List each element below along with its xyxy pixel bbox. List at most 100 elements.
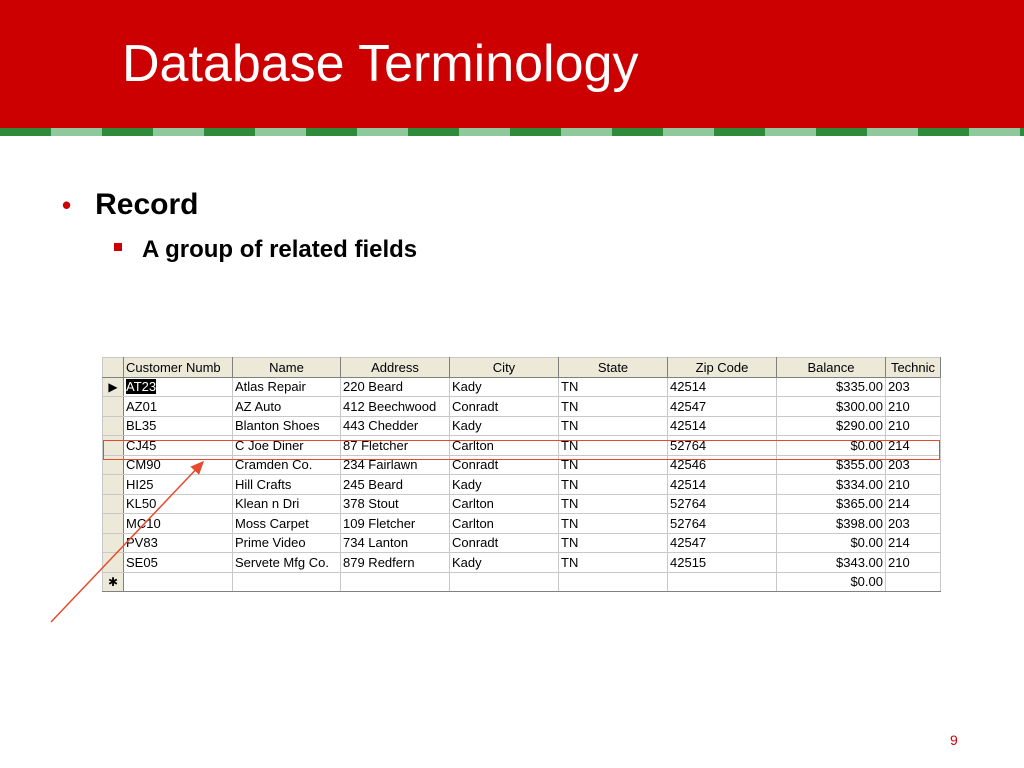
field-cell[interactable]: 42547 [667,396,777,417]
column-header[interactable]: State [558,357,668,378]
field-cell[interactable]: Conradt [449,532,559,553]
record-row[interactable]: AZ01 AZ Auto 412 Beechwood Conradt TN 42547 $3… [102,396,941,417]
field-cell[interactable] [885,571,941,592]
field-cell[interactable]: 42514 [667,415,777,436]
field-cell[interactable]: Servete Mfg Co. [232,552,341,573]
field-cell[interactable]: Kady [449,552,559,573]
field-cell[interactable]: 109 Fletcher [340,513,450,534]
record-selector[interactable] [102,474,124,495]
record-row[interactable]: CJ45 C Joe Diner 87 Fletcher Carlton TN 52764… [102,435,941,456]
field-cell[interactable]: Kady [449,376,559,397]
field-cell[interactable]: 210 [885,474,941,495]
customer-datasheet[interactable]: Customer Numb Name Address City State Zip Cod… [102,357,941,592]
field-cell[interactable]: $335.00 [776,376,886,397]
field-cell[interactable]: $334.00 [776,474,886,495]
field-cell[interactable]: TN [558,376,668,397]
field-cell[interactable]: 214 [885,493,941,514]
select-all-corner[interactable] [102,357,124,378]
field-cell[interactable]: $398.00 [776,513,886,534]
field-cell[interactable]: HI25 [123,474,233,495]
record-row[interactable]: KL50 Klean n Dri 378 Stout Carlton TN 52764 $3… [102,493,941,514]
field-cell[interactable]: Blanton Shoes [232,415,341,436]
field-cell[interactable]: 879 Redfern [340,552,450,573]
field-cell[interactable]: CM90 [123,454,233,475]
field-cell[interactable]: 412 Beechwood [340,396,450,417]
field-cell[interactable]: Carlton [449,435,559,456]
field-cell[interactable]: CJ45 [123,435,233,456]
new-record-row[interactable]: ✱ $0.00 [102,571,941,592]
field-cell[interactable]: Cramden Co. [232,454,341,475]
field-cell[interactable]: Kady [449,474,559,495]
field-cell[interactable]: TN [558,396,668,417]
field-cell[interactable] [558,571,668,592]
field-cell[interactable] [449,571,559,592]
field-cell[interactable]: $365.00 [776,493,886,514]
field-cell[interactable]: $290.00 [776,415,886,436]
column-header[interactable]: City [449,357,559,378]
field-cell[interactable] [232,571,341,592]
field-cell[interactable]: AZ Auto [232,396,341,417]
current-record-indicator-icon[interactable]: ▶ [102,376,124,397]
record-row[interactable]: PV83 Prime Video 734 Lanton Conradt TN 42547 $… [102,532,941,553]
record-row[interactable]: SE05 Servete Mfg Co. 879 Redfern Kady TN 4251… [102,552,941,573]
field-cell[interactable]: $0.00 [776,435,886,456]
record-selector[interactable] [102,435,124,456]
field-cell[interactable]: Conradt [449,396,559,417]
field-cell[interactable]: Carlton [449,513,559,534]
field-cell[interactable]: MC10 [123,513,233,534]
field-cell[interactable]: Moss Carpet [232,513,341,534]
record-selector[interactable] [102,415,124,436]
field-cell[interactable]: 214 [885,532,941,553]
field-cell[interactable]: 203 [885,376,941,397]
field-cell[interactable]: Kady [449,415,559,436]
column-header[interactable]: Customer Numb [123,357,233,378]
field-cell[interactable]: BL35 [123,415,233,436]
field-cell[interactable]: 220 Beard [340,376,450,397]
field-cell[interactable]: SE05 [123,552,233,573]
field-cell[interactable]: 734 Lanton [340,532,450,553]
field-cell[interactable]: TN [558,415,668,436]
field-cell[interactable]: 87 Fletcher [340,435,450,456]
field-cell[interactable]: Klean n Dri [232,493,341,514]
field-cell[interactable]: Carlton [449,493,559,514]
record-selector[interactable] [102,493,124,514]
field-cell[interactable]: 42514 [667,376,777,397]
field-cell[interactable]: 52764 [667,493,777,514]
field-cell[interactable]: PV83 [123,532,233,553]
record-selector[interactable] [102,396,124,417]
field-cell[interactable]: 203 [885,513,941,534]
record-selector[interactable] [102,532,124,553]
field-cell[interactable]: $0.00 [776,571,886,592]
field-cell[interactable]: 210 [885,396,941,417]
field-cell[interactable] [123,571,233,592]
column-header[interactable]: Technic [885,357,941,378]
record-row[interactable]: HI25 Hill Crafts 245 Beard Kady TN 42514 $334.… [102,474,941,495]
field-cell[interactable]: AT23 [123,376,233,397]
field-cell[interactable]: $343.00 [776,552,886,573]
field-cell[interactable]: 210 [885,552,941,573]
field-cell[interactable]: 210 [885,415,941,436]
field-cell[interactable]: 245 Beard [340,474,450,495]
field-cell[interactable]: 378 Stout [340,493,450,514]
field-cell[interactable]: 42546 [667,454,777,475]
field-cell[interactable]: TN [558,474,668,495]
record-row[interactable]: ▶ AT23 Atlas Repair 220 Beard Kady TN 42514 $33… [102,376,941,397]
field-cell[interactable]: TN [558,513,668,534]
field-cell[interactable]: C Joe Diner [232,435,341,456]
field-cell[interactable]: Conradt [449,454,559,475]
column-header[interactable]: Zip Code [667,357,777,378]
field-cell[interactable]: 52764 [667,513,777,534]
field-cell[interactable] [667,571,777,592]
record-row[interactable]: MC10 Moss Carpet 109 Fletcher Carlton TN 5276… [102,513,941,534]
field-cell[interactable]: $355.00 [776,454,886,475]
field-cell[interactable]: KL50 [123,493,233,514]
field-cell[interactable]: 214 [885,435,941,456]
record-row[interactable]: CM90 Cramden Co. 234 Fairlawn Conradt TN 4254… [102,454,941,475]
field-cell[interactable]: $0.00 [776,532,886,553]
field-cell[interactable] [340,571,450,592]
field-cell[interactable]: 42547 [667,532,777,553]
column-header[interactable]: Balance [776,357,886,378]
field-cell[interactable]: TN [558,454,668,475]
field-cell[interactable]: Hill Crafts [232,474,341,495]
field-cell[interactable]: 443 Chedder [340,415,450,436]
